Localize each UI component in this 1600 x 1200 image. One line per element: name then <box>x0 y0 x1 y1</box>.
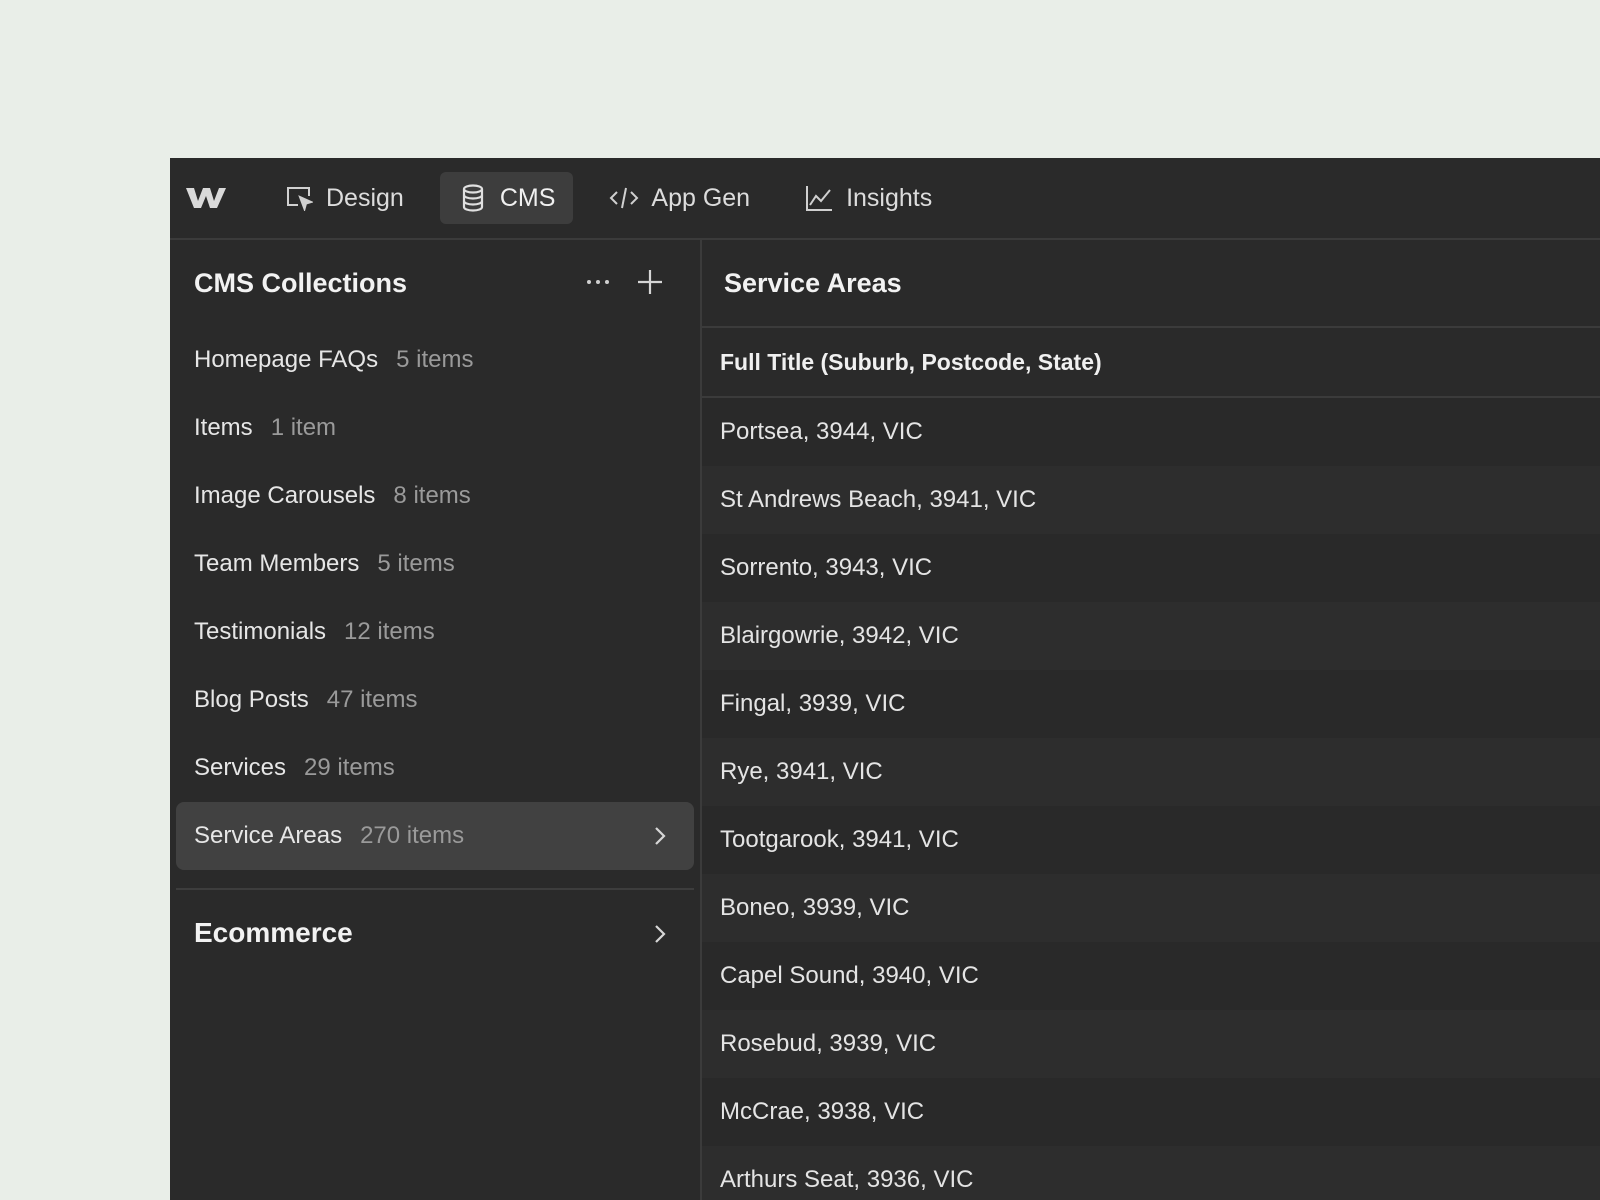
collection-name: Service Areas <box>194 822 343 849</box>
collection-count: 29 items <box>304 754 395 781</box>
tab-design-label: Design <box>326 183 404 212</box>
tab-app-gen-label: App Gen <box>651 183 751 212</box>
collection-count: 270 items <box>360 822 465 849</box>
table-row[interactable]: Blairgowrie, 3942, VIC <box>702 602 1600 670</box>
collection-name: Items <box>194 414 253 441</box>
table-row[interactable]: Arthurs Seat, 3936, VIC <box>702 1146 1600 1200</box>
table-row[interactable]: Boneo, 3939, VIC <box>702 874 1600 942</box>
collection-name: Services <box>194 754 287 781</box>
collection-item-services[interactable]: Services 29 items <box>176 734 694 802</box>
plus-icon[interactable] <box>632 264 668 300</box>
cms-app-window: Design CMS App Gen Insights CMS Collecti… <box>170 158 1600 1200</box>
tab-app-gen[interactable]: App Gen <box>591 172 768 224</box>
table-row[interactable]: Capel Sound, 3940, VIC <box>702 942 1600 1010</box>
collections-title: CMS Collections <box>194 267 408 298</box>
cms-collections-panel: CMS Collections Homepage FAQs 5 items It… <box>170 240 702 1200</box>
table-row[interactable]: Rye, 3941, VIC <box>702 738 1600 806</box>
chart-line-icon <box>804 183 834 213</box>
collections-actions <box>564 264 668 300</box>
collection-count: 8 items <box>393 482 471 509</box>
tab-cms-label: CMS <box>499 183 556 212</box>
collection-name: Testimonials <box>194 618 327 645</box>
collection-count: 47 items <box>326 686 418 713</box>
items-table: Portsea, 3944, VIC St Andrews Beach, 394… <box>702 398 1600 1200</box>
collection-count: 5 items <box>396 346 474 373</box>
design-cursor-icon <box>284 183 314 213</box>
collection-item-homepage-faqs[interactable]: Homepage FAQs 5 items <box>176 326 694 394</box>
ecommerce-label: Ecommerce <box>194 917 353 948</box>
collection-title: Service Areas <box>702 240 1600 328</box>
collection-item-blog-posts[interactable]: Blog Posts 47 items <box>176 666 694 734</box>
tab-insights-label: Insights <box>846 183 933 212</box>
collection-items-panel: Service Areas Full Title (Suburb, Postco… <box>702 240 1600 1200</box>
table-row[interactable]: Rosebud, 3939, VIC <box>702 1010 1600 1078</box>
table-row[interactable]: McCrae, 3938, VIC <box>702 1078 1600 1146</box>
collection-item-team-members[interactable]: Team Members 5 items <box>176 530 694 598</box>
table-row[interactable]: St Andrews Beach, 3941, VIC <box>702 466 1600 534</box>
column-header-full-title[interactable]: Full Title (Suburb, Postcode, State) <box>702 328 1600 398</box>
collection-name: Image Carousels <box>194 482 376 509</box>
collection-item-service-areas[interactable]: Service Areas 270 items <box>176 802 694 870</box>
collection-item-items[interactable]: Items 1 item <box>176 394 694 462</box>
table-row[interactable]: Tootgarook, 3941, VIC <box>702 806 1600 874</box>
collection-name: Team Members <box>194 550 360 577</box>
table-row[interactable]: Sorrento, 3943, VIC <box>702 534 1600 602</box>
collection-count: 5 items <box>377 550 455 577</box>
table-row[interactable]: Fingal, 3939, VIC <box>702 670 1600 738</box>
tab-design[interactable]: Design <box>266 172 422 224</box>
collection-count: 1 item <box>270 414 337 441</box>
collections-header: CMS Collections <box>170 240 700 326</box>
collection-item-testimonials[interactable]: Testimonials 12 items <box>176 598 694 666</box>
collection-name: Homepage FAQs <box>194 346 379 373</box>
collection-name: Blog Posts <box>194 686 309 713</box>
table-row[interactable]: Portsea, 3944, VIC <box>702 398 1600 466</box>
collection-list: Homepage FAQs 5 items Items 1 item Image… <box>170 326 700 870</box>
tab-insights[interactable]: Insights <box>786 172 950 224</box>
collection-count: 12 items <box>344 618 435 645</box>
tab-cms[interactable]: CMS <box>439 172 574 224</box>
code-icon <box>609 183 639 213</box>
chevron-right-icon <box>648 921 672 945</box>
ecommerce-section[interactable]: Ecommerce <box>170 890 700 976</box>
collection-item-image-carousels[interactable]: Image Carousels 8 items <box>176 462 694 530</box>
top-nav-bar: Design CMS App Gen Insights <box>170 158 1600 240</box>
webflow-logo-icon[interactable] <box>182 181 230 215</box>
database-icon <box>458 183 488 213</box>
more-icon[interactable] <box>580 264 616 300</box>
chevron-right-icon <box>648 824 672 848</box>
